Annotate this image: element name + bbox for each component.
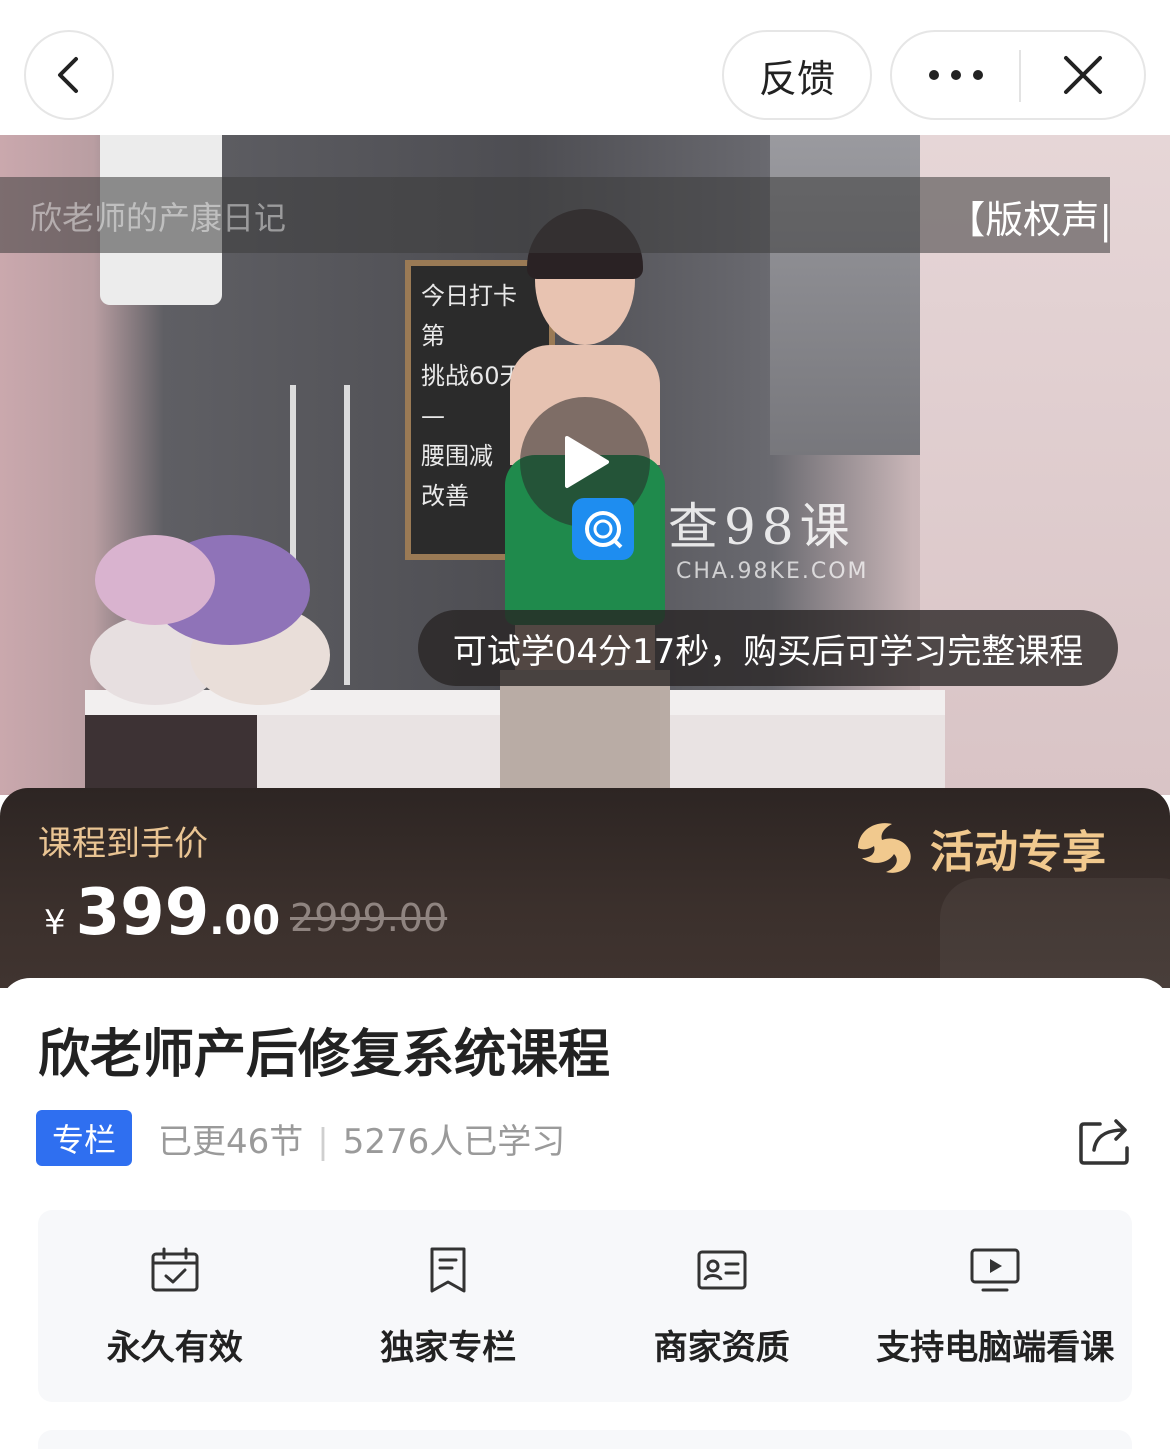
price-decimal: .00 (209, 898, 281, 944)
promo-badge: 活动专享 (852, 816, 1106, 880)
share-button[interactable] (1078, 1116, 1134, 1166)
site-logo-icon (572, 498, 634, 560)
feature-item-pc-viewing[interactable]: 支持电脑端看课 (859, 1210, 1133, 1402)
capsule-divider (1019, 50, 1021, 102)
close-icon (1064, 56, 1102, 94)
bookmark-icon (430, 1247, 466, 1293)
course-info-card: 欣老师产后修复系统课程 专栏 已更46节 | 5276人已学习 永久有效 独家专… (0, 978, 1170, 1449)
video-player[interactable]: 今日打卡第 挑战60天— 腰围减 改善 欣老师的产康日记 【版权声| 查98课 … (0, 135, 1170, 795)
current-price: ¥399.00 (44, 876, 280, 950)
meta-separator: | (317, 1122, 329, 1162)
course-type-tag: 专栏 (36, 1110, 132, 1166)
site-watermark-name: 查98课 (668, 498, 856, 556)
monitor-play-icon (970, 1248, 1020, 1292)
close-button[interactable] (1022, 32, 1144, 118)
back-button[interactable] (24, 30, 114, 120)
currency-symbol: ¥ (44, 903, 66, 943)
feature-item-qualification[interactable]: 商家资质 (585, 1210, 859, 1402)
top-navigation-bar: 反馈 (0, 0, 1170, 135)
feature-label: 独家专栏 (380, 1328, 517, 1368)
more-dots-icon (929, 70, 983, 80)
feature-item-permanent[interactable]: 永久有效 (38, 1210, 312, 1402)
updated-count: 已更46节 (158, 1122, 304, 1162)
feature-label: 永久有效 (106, 1328, 243, 1368)
price-integer: 399 (75, 876, 210, 950)
promo-text: 活动专享 (930, 827, 1106, 878)
course-meta: 已更46节 | 5276人已学习 (158, 1114, 565, 1163)
more-button[interactable] (892, 32, 1020, 118)
feature-label: 商家资质 (653, 1328, 790, 1368)
original-price: 2999.00 (290, 896, 448, 940)
mini-program-capsule (890, 30, 1146, 120)
site-watermark-url: CHA.98KE.COM (676, 559, 869, 584)
trial-notice: 可试学04分17秒，购买后可学习完整课程 (418, 610, 1118, 686)
id-card-icon (697, 1250, 747, 1290)
share-icon (1079, 1119, 1129, 1165)
feature-item-exclusive[interactable]: 独家专栏 (312, 1210, 586, 1402)
banner-decoration (940, 878, 1170, 988)
course-title: 欣老师产后修复系统课程 (38, 1025, 611, 1085)
feature-list: 永久有效 独家专栏 商家资质 支持电脑端看课 (38, 1210, 1132, 1402)
promo-logo-icon (858, 823, 911, 873)
feature-label: 支持电脑端看课 (876, 1328, 1115, 1368)
learner-count: 5276人已学习 (342, 1122, 566, 1162)
next-section-card (38, 1430, 1132, 1449)
calendar-check-icon (151, 1247, 199, 1292)
video-watermark: 欣老师的产康日记 (30, 199, 287, 237)
price-banner: 课程到手价 ¥399.00 2999.00 活动专享 (0, 788, 1170, 988)
feedback-button[interactable]: 反馈 (722, 30, 872, 120)
video-bolster (95, 535, 215, 625)
play-icon (565, 436, 609, 488)
price-label: 课程到手价 (38, 824, 208, 864)
chevron-left-icon (58, 57, 78, 93)
copyright-notice[interactable]: 【版权声| (947, 189, 1112, 244)
